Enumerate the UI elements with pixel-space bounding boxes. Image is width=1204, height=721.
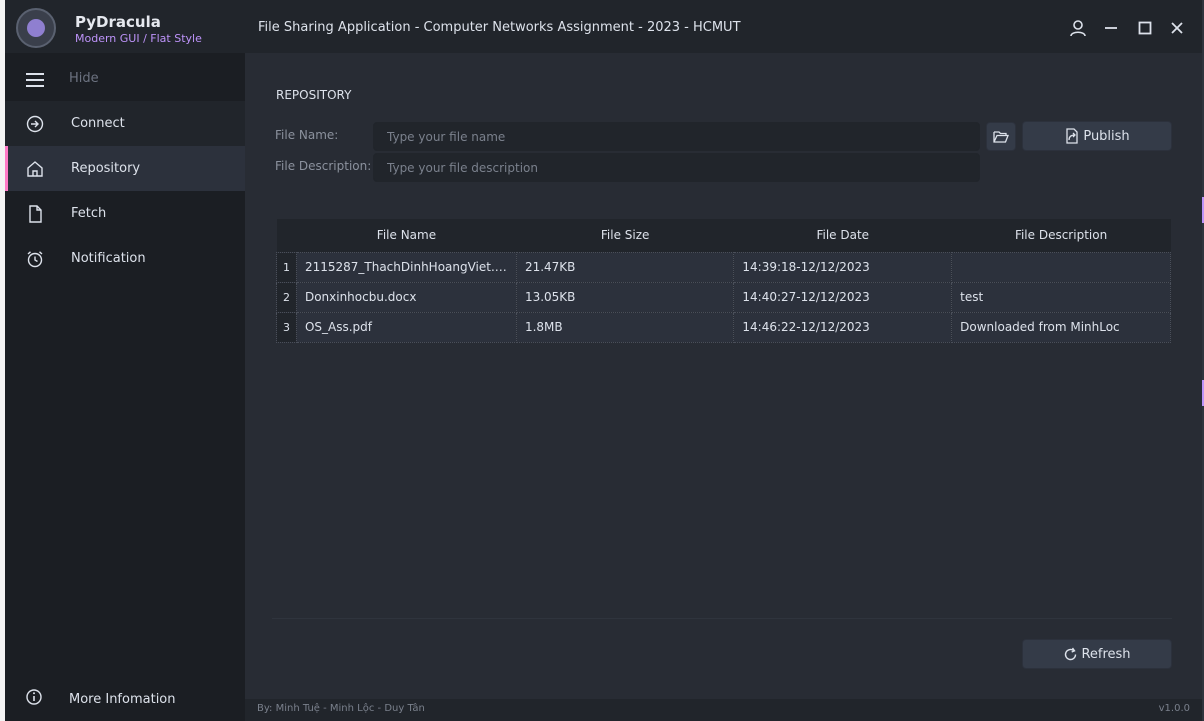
table-row[interactable]: 3 OS_Ass.pdf 1.8MB 14:46:22-12/12/2023 D… (276, 311, 1171, 343)
sidebar-item-more-information[interactable]: More Infomation (5, 676, 245, 721)
file-description-cell[interactable] (951, 251, 1171, 283)
sidebar-toggle-hide[interactable]: Hide (5, 56, 245, 101)
file-date-cell[interactable]: 14:39:18-12/12/2023 (733, 251, 953, 283)
sidebar-item-label: Notification (71, 251, 146, 266)
file-date-cell[interactable]: 14:46:22-12/12/2023 (733, 311, 953, 343)
sidebar-item-notification[interactable]: Notification (5, 236, 245, 281)
table-row[interactable]: 2 Donxinhocbu.docx 13.05KB 14:40:27-12/1… (276, 281, 1171, 313)
content-divider (272, 618, 1172, 619)
file-description-cell[interactable]: test (951, 281, 1171, 313)
sidebar-toggle-label: Hide (69, 71, 99, 86)
column-header[interactable]: File Name (296, 219, 517, 252)
sidebar-item-repository[interactable]: Repository (5, 146, 245, 191)
app-subtitle: Modern GUI / Flat Style (75, 32, 202, 45)
app-window: PyDracula Modern GUI / Flat Style File S… (5, 0, 1204, 721)
row-number: 2 (276, 281, 297, 313)
user-icon (1070, 20, 1086, 37)
file-name-cell[interactable]: Donxinhocbu.docx (295, 281, 517, 313)
app-logo (16, 8, 56, 48)
file-size-cell[interactable]: 21.47KB (515, 251, 735, 283)
file-date-cell[interactable]: 14:40:27-12/12/2023 (733, 281, 953, 313)
file-size-cell[interactable]: 13.05KB (515, 281, 735, 313)
browse-folder-button[interactable] (986, 122, 1016, 151)
hamburger-menu-icon (26, 73, 44, 87)
version-text: v1.0.0 (1158, 703, 1190, 714)
file-icon (29, 205, 42, 223)
clock-icon (27, 251, 43, 268)
sidebar-item-label: Fetch (71, 206, 107, 221)
file-description-input[interactable] (373, 153, 980, 182)
table-row[interactable]: 1 2115287_ThachDinhHoangViet.d... 21.47K… (276, 251, 1171, 283)
folder-open-icon (993, 130, 1009, 143)
sidebar-item-connect[interactable]: Connect (5, 101, 245, 146)
file-description-label: File Description: (275, 159, 372, 173)
share-file-icon (1066, 128, 1078, 144)
close-button[interactable] (1163, 14, 1191, 42)
sidebar-item-label: Connect (71, 116, 125, 131)
app-name: PyDracula (75, 13, 161, 31)
refresh-icon (1065, 647, 1077, 660)
repository-table: File Name File Size File Date File Descr… (276, 219, 1171, 343)
home-icon (27, 161, 43, 177)
arrow-circle-icon (26, 115, 44, 133)
minimize-button[interactable] (1097, 14, 1125, 42)
column-header[interactable]: File Size (516, 219, 734, 252)
sidebar-item-fetch[interactable]: Fetch (5, 191, 245, 236)
footer-bar: By: Minh Tuệ - Minh Lộc - Duy Tân v1.0.0 (245, 699, 1204, 721)
row-number: 1 (276, 251, 297, 283)
publish-button[interactable]: Publish (1022, 121, 1172, 151)
python-logo-icon (27, 19, 45, 37)
table-header-row: File Name File Size File Date File Descr… (276, 219, 1171, 252)
refresh-button[interactable]: Refresh (1022, 639, 1172, 669)
column-header[interactable]: File Description (951, 219, 1171, 252)
file-name-label: File Name: (275, 128, 339, 142)
column-header[interactable]: File Date (733, 219, 952, 252)
minimize-icon (1105, 27, 1117, 29)
file-name-cell[interactable]: 2115287_ThachDinhHoangViet.d... (295, 251, 517, 283)
maximize-icon (1138, 21, 1152, 35)
sidebar: Hide Connect Repository Fetch Notificati… (5, 53, 245, 721)
maximize-button[interactable] (1131, 14, 1159, 42)
refresh-button-label: Refresh (1081, 646, 1131, 662)
user-button[interactable] (1064, 14, 1092, 42)
window-title: File Sharing Application - Computer Netw… (258, 20, 741, 35)
info-icon (26, 689, 42, 705)
row-number-header (276, 219, 297, 252)
title-bar[interactable]: PyDracula Modern GUI / Flat Style File S… (5, 0, 1204, 53)
repository-page: REPOSITORY File Name: File Description: … (245, 53, 1204, 699)
file-description-cell[interactable]: Downloaded from MinhLoc (951, 311, 1171, 343)
close-icon (1171, 22, 1183, 34)
row-number: 3 (276, 311, 297, 343)
credits-text: By: Minh Tuệ - Minh Lộc - Duy Tân (257, 703, 425, 714)
sidebar-item-label: Repository (71, 161, 141, 176)
file-name-input[interactable] (373, 122, 980, 151)
file-size-cell[interactable]: 1.8MB (515, 311, 735, 343)
sidebar-item-label: More Infomation (69, 692, 176, 707)
publish-button-label: Publish (1083, 128, 1130, 144)
file-name-cell[interactable]: OS_Ass.pdf (295, 311, 517, 343)
page-title: REPOSITORY (276, 88, 352, 102)
